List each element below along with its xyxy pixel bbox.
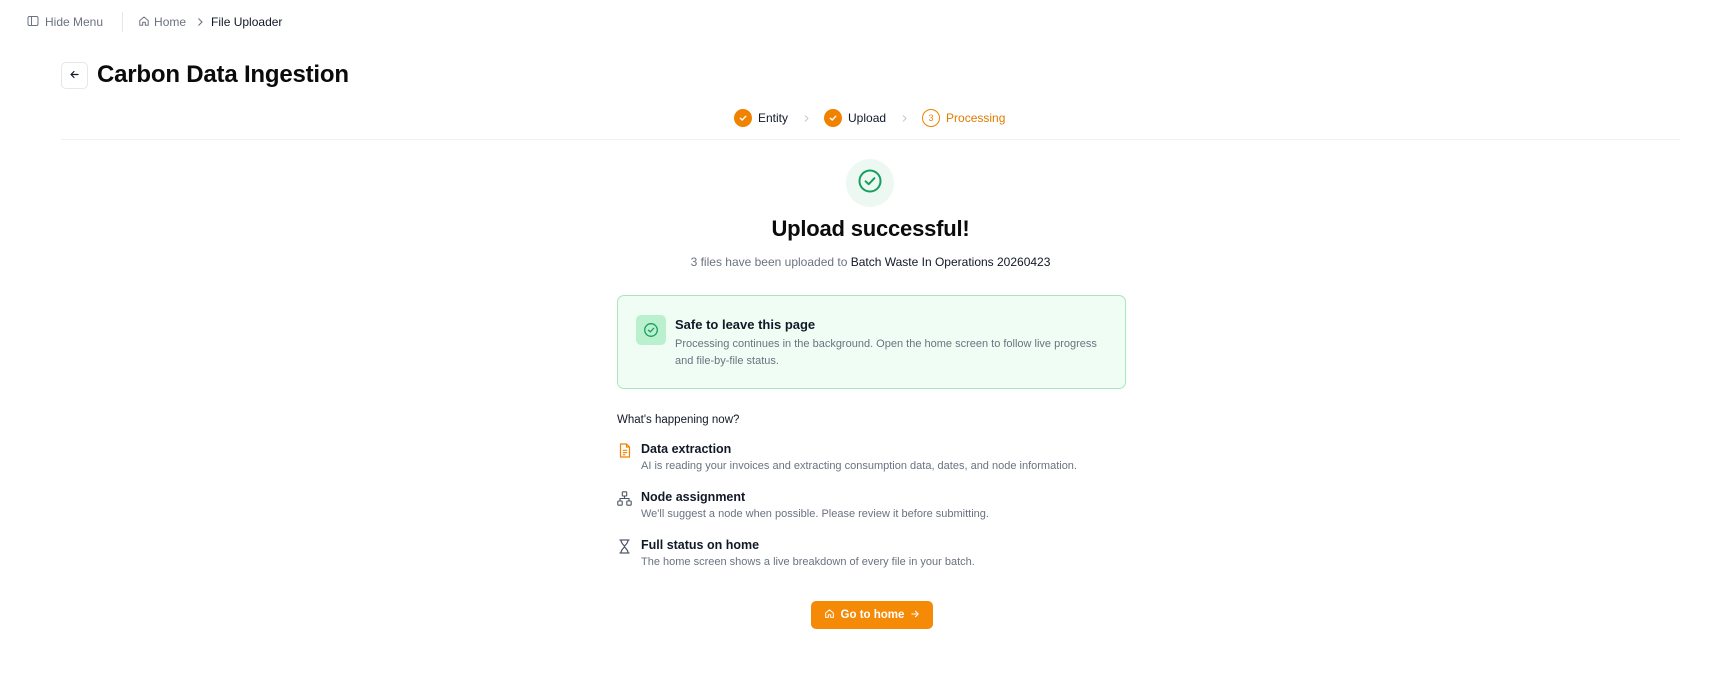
notice-text: Processing continues in the background. … (675, 338, 1097, 367)
check-icon (824, 109, 843, 127)
item-description: AI is reading your invoices and extracti… (641, 460, 1077, 472)
success-title: Upload successful! (771, 216, 970, 241)
item-description: We'll suggest a node when possible. Plea… (641, 508, 989, 520)
step-upload-label: Upload (848, 111, 887, 125)
step-entity-label: Entity (758, 111, 789, 125)
step-processing-label: Processing (946, 111, 1006, 125)
arrow-right-icon (910, 609, 920, 622)
notice-title: Safe to leave this page (675, 317, 816, 332)
happening-heading: What's happening now? (617, 414, 740, 426)
step-upload[interactable]: Upload (824, 109, 886, 127)
chevron-right-icon (803, 114, 810, 123)
item-description: The home screen shows a live breakdown o… (641, 556, 975, 568)
go-to-home-label: Go to home (840, 609, 905, 621)
stepper: Entity Upload 3 Processing (734, 108, 1005, 128)
success-badge (846, 159, 894, 207)
check-icon (734, 109, 752, 127)
check-circle-icon (857, 168, 883, 199)
document-icon (617, 443, 632, 458)
item-title: Node assignment (641, 490, 746, 504)
page-title: Carbon Data Ingestion (97, 61, 349, 88)
hide-menu-label: Hide Menu (45, 15, 104, 29)
home-icon (824, 608, 835, 622)
hourglass-icon (617, 539, 632, 554)
hide-menu-button[interactable]: Hide Menu (27, 15, 103, 30)
top-bar: Hide Menu Home File Uploader (27, 12, 282, 32)
go-to-home-button[interactable]: Go to home (811, 601, 933, 629)
batch-name: Batch Waste In Operations 20260423 (850, 255, 1051, 269)
breadcrumb-chevron-icon (196, 17, 204, 27)
item-title: Full status on home (641, 538, 760, 552)
header-divider (61, 139, 1680, 140)
node-tree-icon (617, 491, 632, 506)
breadcrumb-current: File Uploader (211, 15, 283, 29)
step-entity[interactable]: Entity (734, 109, 788, 127)
check-circle-icon (636, 315, 666, 345)
arrow-left-icon (69, 67, 80, 85)
success-subtitle: 3 files have been uploaded to Batch Wast… (0, 255, 1725, 269)
topbar-divider (122, 12, 124, 32)
back-button[interactable] (61, 62, 88, 89)
step-number: 3 (922, 109, 941, 127)
breadcrumb-home-label: Home (154, 15, 187, 29)
chevron-right-icon (901, 114, 908, 123)
breadcrumb-home[interactable]: Home (138, 15, 186, 30)
safe-to-leave-notice: Safe to leave this page Processing conti… (617, 295, 1126, 389)
success-subtitle-prefix: 3 files have been uploaded to (690, 255, 851, 269)
home-icon (138, 15, 150, 30)
item-title: Data extraction (641, 442, 732, 456)
sidebar-toggle-icon (27, 15, 39, 30)
step-processing[interactable]: 3 Processing (922, 109, 1005, 127)
